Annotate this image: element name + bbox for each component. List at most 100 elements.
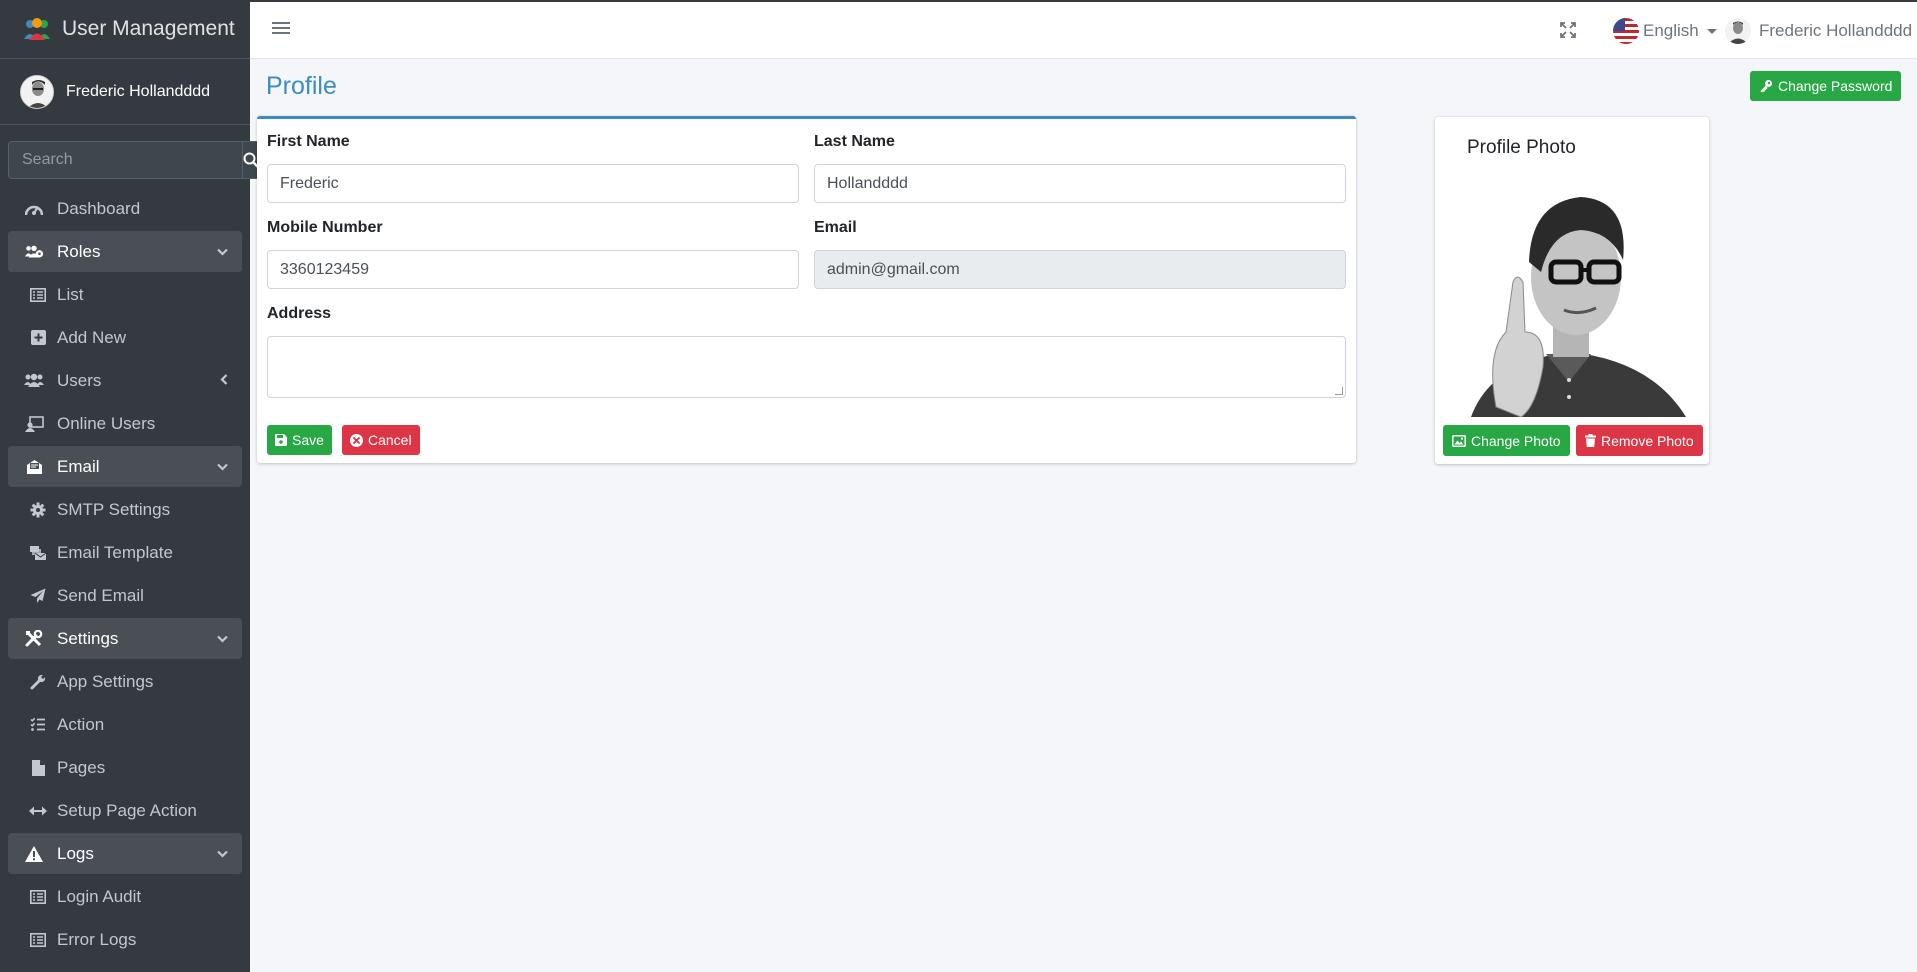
sidebar-item-label: Error Logs	[57, 929, 137, 949]
sidebar-item-label: Add New	[57, 327, 126, 347]
avatar	[20, 74, 54, 109]
users-cog-icon	[24, 243, 44, 261]
page-title: Profile	[266, 72, 337, 100]
brand-link[interactable]: User Management	[0, 0, 250, 59]
sidebar-item-label: Send Email	[57, 585, 144, 605]
chevron-left-icon	[220, 373, 228, 388]
users-logo-icon	[22, 17, 52, 41]
chevron-down-icon	[217, 245, 228, 259]
cancel-button[interactable]: Cancel	[342, 425, 420, 455]
sidebar-item-label: Logs	[57, 843, 94, 863]
top-navbar: English Frederic Hollandddd	[250, 0, 1917, 59]
sidebar-item-label: Dashboard	[57, 198, 141, 218]
paper-plane-icon	[28, 587, 48, 605]
sidebar-item-smtp-settings[interactable]: SMTP Settings	[8, 488, 242, 531]
sidebar-item-setup-page-action[interactable]: Setup Page Action	[8, 789, 242, 832]
search-input[interactable]	[8, 141, 242, 179]
remove-photo-label: Remove Photo	[1601, 432, 1694, 449]
change-password-button[interactable]: Change Password	[1750, 71, 1902, 101]
sidebar-item-label: App Settings	[57, 671, 154, 691]
users-icon	[24, 372, 44, 390]
fullscreen-icon[interactable]	[1560, 22, 1576, 38]
us-flag-icon	[1613, 18, 1639, 44]
save-button[interactable]: Save	[267, 425, 332, 455]
sidebar-item-app-settings[interactable]: App Settings	[8, 660, 242, 703]
tachometer-icon	[24, 200, 44, 218]
topbar-user-name: Frederic Hollandddd	[1759, 21, 1913, 40]
sidebar-user-panel[interactable]: Frederic Hollandddd	[0, 59, 250, 125]
sidebar-item-label: SMTP Settings	[57, 499, 171, 519]
sidebar-item-send-email[interactable]: Send Email	[8, 574, 242, 617]
first-name-label: First Name	[267, 133, 350, 150]
sidebar-item-action[interactable]: Action	[8, 703, 242, 746]
sidebar: User Management Frederic Hollandddd Dash…	[0, 0, 260, 972]
sidebar-item-login-audit[interactable]: Login Audit	[8, 875, 242, 918]
language-label: English	[1643, 21, 1699, 40]
list-alt-icon	[28, 931, 48, 949]
avatar	[1725, 18, 1751, 44]
sidebar-item-email[interactable]: Email	[8, 446, 242, 487]
cancel-label: Cancel	[368, 432, 412, 448]
profile-form-card: First Name Frederic Last Name Hollandddd…	[257, 116, 1356, 463]
sidebar-item-list[interactable]: List	[8, 273, 242, 316]
sidebar-item-label: Setup Page Action	[57, 800, 197, 820]
envelope-open-icon	[24, 458, 44, 476]
remove-photo-button[interactable]: Remove Photo	[1576, 425, 1703, 456]
caret-down-icon	[1706, 28, 1717, 34]
sidebar-item-online-users[interactable]: Online Users	[8, 402, 242, 445]
profile-photo-title: Profile Photo	[1467, 137, 1576, 158]
tools-icon	[24, 629, 44, 648]
sidebar-item-logs[interactable]: Logs	[8, 833, 242, 874]
key-icon	[1759, 79, 1773, 93]
gear-icon	[28, 501, 48, 519]
last-name-field[interactable]: Hollandddd	[814, 164, 1346, 203]
list-icon	[28, 286, 48, 304]
hamburger-menu-icon[interactable]	[272, 19, 290, 37]
sidebar-item-label: Roles	[57, 241, 101, 261]
sidebar-item-users[interactable]: Users	[8, 359, 242, 402]
first-name-field[interactable]: Frederic	[267, 164, 799, 203]
app-title: User Management	[62, 17, 235, 40]
language-dropdown[interactable]: English	[1613, 18, 1717, 44]
file-icon	[28, 759, 48, 777]
mobile-number-field[interactable]: 3360123459	[267, 250, 799, 289]
arrows-h-icon	[28, 802, 48, 820]
image-icon	[1452, 434, 1466, 447]
sidebar-item-roles[interactable]: Roles	[8, 231, 242, 272]
sidebar-item-pages[interactable]: Pages	[8, 746, 242, 789]
sidebar-item-label: Settings	[57, 628, 119, 648]
sidebar-item-email-template[interactable]: Email Template	[8, 531, 242, 574]
sidebar-item-add-new[interactable]: Add New	[8, 316, 242, 359]
user-dropdown[interactable]: Frederic Hollandddd	[1725, 18, 1912, 44]
address-textarea[interactable]	[267, 336, 1346, 398]
sidebar-item-dashboard[interactable]: Dashboard	[8, 187, 242, 230]
chevron-down-icon	[217, 632, 228, 646]
profile-photo	[1451, 182, 1688, 417]
plus-square-icon	[28, 329, 48, 347]
sidebar-search	[8, 141, 260, 179]
resize-handle-icon[interactable]	[1335, 387, 1343, 395]
sidebar-item-label: Login Audit	[57, 886, 142, 906]
times-circle-icon	[350, 433, 363, 447]
sidebar-item-label: Online Users	[57, 413, 156, 433]
profile-photo-card: Profile Photo Change Photo Remove Photo	[1435, 117, 1709, 464]
warning-icon	[24, 845, 44, 863]
save-label: Save	[292, 432, 324, 448]
last-name-label: Last Name	[814, 133, 895, 150]
wrench-icon	[28, 673, 48, 691]
mail-bulk-icon	[28, 544, 48, 562]
sidebar-item-label: Action	[57, 714, 105, 734]
email-field: admin@gmail.com	[814, 250, 1346, 289]
tasks-icon	[28, 716, 48, 734]
chevron-down-icon	[217, 460, 228, 474]
trash-icon	[1585, 434, 1596, 447]
sidebar-user-name: Frederic Hollandddd	[66, 82, 211, 100]
sidebar-item-label: Email	[57, 456, 100, 476]
change-photo-button[interactable]: Change Photo	[1443, 425, 1570, 456]
sidebar-item-label: List	[57, 284, 84, 304]
sidebar-item-error-logs[interactable]: Error Logs	[8, 918, 242, 961]
address-label: Address	[267, 305, 332, 322]
online-users-icon	[24, 415, 44, 433]
list-alt-icon	[28, 888, 48, 906]
sidebar-item-settings[interactable]: Settings	[8, 618, 242, 659]
